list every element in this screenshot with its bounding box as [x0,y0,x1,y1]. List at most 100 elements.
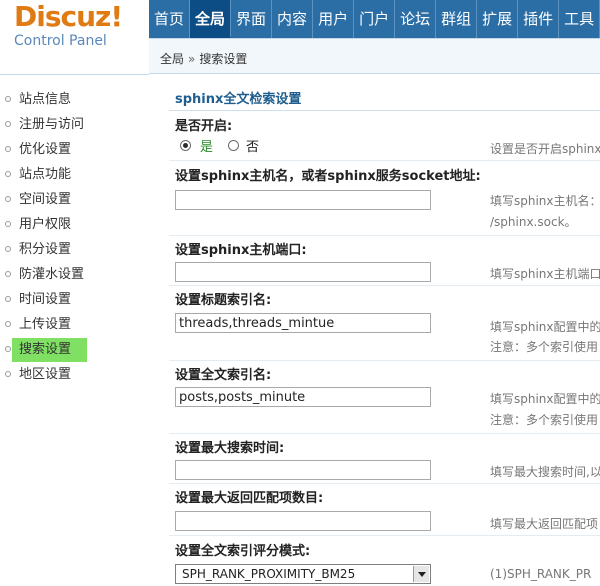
nav-item-plugins[interactable]: 插件 [518,0,560,38]
top-nav: 首页 全局 界面 内容 用户 门户 论坛 群组 扩展 插件 工具 [149,0,600,38]
breadcrumb-bar: 全局 » 搜索设置 [149,38,600,74]
breadcrumb-root[interactable]: 全局 [160,52,184,66]
bullet-icon [5,196,11,202]
sidebar-item-label: 防灌水设置 [19,267,85,282]
sidebar: 站点信息 注册与访问 优化设置 站点功能 空间设置 用户权限 积分设置 防灌水设… [0,74,149,586]
max-matches-input[interactable] [175,511,431,531]
rank-mode-select[interactable]: SPH_RANK_PROXIMITY_BM25 [175,564,431,584]
bullet-icon [5,346,11,352]
nav-item-extensions[interactable]: 扩展 [477,0,519,38]
sidebar-item-label: 空间设置 [19,192,72,207]
title-index-label: 设置标题索引名: [175,293,272,308]
bullet-icon [5,221,11,227]
host-input[interactable] [175,190,431,210]
nav-item-global[interactable]: 全局 [190,0,232,38]
sidebar-item-label: 时间设置 [19,292,72,307]
row-divider [169,160,600,161]
rank-mode-selected-value: SPH_RANK_PROXIMITY_BM25 [182,567,356,581]
sidebar-item-user-permissions[interactable]: 用户权限 [0,213,143,237]
bullet-icon [5,146,11,152]
sidebar-item-space-settings[interactable]: 空间设置 [0,188,143,212]
port-label: 设置sphinx主机端口: [175,243,307,258]
sidebar-item-label: 积分设置 [19,242,72,257]
sidebar-item-upload[interactable]: 上传设置 [0,313,143,337]
section-divider [169,110,600,111]
nav-item-groups[interactable]: 群组 [436,0,478,38]
sidebar-item-register-access[interactable]: 注册与访问 [0,113,143,137]
max-time-input[interactable] [175,460,431,480]
max-matches-label: 设置最大返回匹配项数目: [175,491,324,506]
fulltext-index-hint-line2: 注意：多个索引使用 [490,413,599,427]
sidebar-item-credits[interactable]: 积分设置 [0,238,143,262]
port-hint: 填写sphinx主机端口 [490,267,600,281]
enable-hint: 设置是否开启sphinx全文检索功能 [490,142,600,156]
sidebar-item-label: 优化设置 [19,142,72,157]
breadcrumb-current: 搜索设置 [199,52,248,66]
rank-mode-label: 设置全文索引评分模式: [175,544,311,559]
nav-item-users[interactable]: 用户 [313,0,355,38]
nav-item-content[interactable]: 内容 [272,0,314,38]
bullet-icon [5,96,11,102]
enable-yes-label[interactable]: 是 [200,136,213,155]
enable-yes-radio[interactable] [180,140,191,151]
row-divider [169,433,600,434]
fulltext-index-label: 设置全文索引名: [175,368,272,383]
host-label: 设置sphinx主机名，或者sphinx服务socket地址: [175,169,481,184]
logo-brand: Discuz! [14,2,134,32]
bullet-icon [5,121,11,127]
chevron-down-icon[interactable] [413,566,429,582]
breadcrumb: 全局 » 搜索设置 [160,50,247,67]
host-hint-line2: /sphinx.sock。 [490,215,577,229]
rank-mode-hint: (1)SPH_RANK_PR [490,567,592,581]
max-time-label: 设置最大搜索时间: [175,441,285,456]
logo-subtitle: Control Panel [14,33,107,49]
sidebar-item-label: 站点功能 [19,167,72,182]
row-divider [169,285,600,286]
bullet-icon [5,246,11,252]
bullet-icon [5,321,11,327]
sidebar-item-label: 站点信息 [19,92,72,107]
breadcrumb-separator: » [188,52,196,66]
logo-bang: ! [110,0,123,33]
row-divider [169,535,600,536]
sidebar-item-optimization[interactable]: 优化设置 [0,138,143,162]
sidebar-item-anti-spam[interactable]: 防灌水设置 [0,263,143,287]
logo-brand-text: Discuz [14,0,111,33]
main-content: sphinx全文检索设置 是否开启: 是 否 设置是否开启sphinx全文检索功… [149,74,600,586]
row-divider [169,235,600,236]
sidebar-item-label: 用户权限 [19,217,72,232]
discuz-logo[interactable]: Discuz! Control Panel [14,2,134,52]
enable-no-label[interactable]: 否 [246,136,259,155]
nav-item-tools[interactable]: 工具 [559,0,600,38]
sidebar-item-label: 搜索设置 [19,342,72,357]
header: Discuz! Control Panel 首页 全局 界面 内容 用户 门户 … [0,0,600,49]
row-divider [169,483,600,484]
sidebar-item-site-info[interactable]: 站点信息 [0,88,143,112]
sidebar-item-site-features[interactable]: 站点功能 [0,163,143,187]
enable-label: 是否开启: [175,119,233,134]
nav-item-forum[interactable]: 论坛 [395,0,437,38]
bullet-icon [5,271,11,277]
host-hint-line1: 填写sphinx主机名： [490,194,600,208]
nav-item-interface[interactable]: 界面 [231,0,273,38]
row-divider [169,360,600,361]
bullet-icon [5,296,11,302]
title-index-hint-line1: 填写sphinx配置中的 [490,320,600,334]
sidebar-item-label: 注册与访问 [19,117,85,132]
enable-no-radio[interactable] [228,140,239,151]
fulltext-index-input[interactable] [175,387,431,407]
max-time-hint: 填写最大搜索时间,以 [490,465,600,479]
nav-item-portal[interactable]: 门户 [354,0,396,38]
title-index-input[interactable] [175,313,431,333]
section-title: sphinx全文检索设置 [175,92,302,107]
port-input[interactable] [175,262,431,282]
sidebar-item-label: 地区设置 [19,367,72,382]
sidebar-item-region[interactable]: 地区设置 [0,363,143,387]
bullet-icon [5,171,11,177]
max-matches-hint: 填写最大返回匹配项 [490,517,599,531]
sidebar-item-label: 上传设置 [19,317,72,332]
sidebar-item-search[interactable]: 搜索设置 [0,338,143,362]
nav-item-home[interactable]: 首页 [149,0,191,38]
sidebar-item-time[interactable]: 时间设置 [0,288,143,312]
bullet-icon [5,371,11,377]
